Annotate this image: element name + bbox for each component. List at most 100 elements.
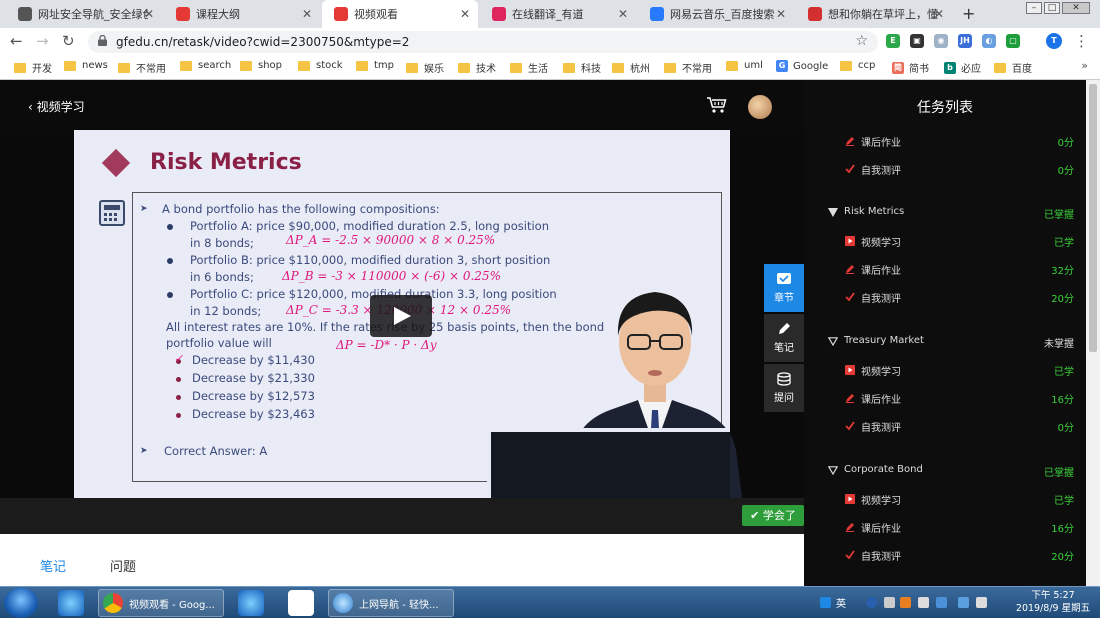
video-control-bar[interactable] [0,498,804,534]
bookmark-folder[interactable]: search [180,60,231,71]
extension-icon[interactable]: ◉ [934,34,948,48]
close-window-button[interactable]: ✕ [1062,2,1090,14]
play-button[interactable] [370,295,432,337]
bookmark-label: ccp [858,60,876,71]
taskbar-app-chrome[interactable]: 视频观看 - Goog... [98,589,224,617]
bookmark-folder[interactable]: stock [298,60,343,71]
task-item[interactable]: 课后作业 16分 [804,388,1086,408]
baidu-netdisk-icon[interactable] [288,590,314,616]
extension-icon[interactable]: ◐ [982,34,996,48]
new-tab-button[interactable]: + [962,4,975,23]
browser-tab[interactable]: 网易云音乐_百度搜索 ✕ [638,0,794,28]
keyboard-tray-icon[interactable] [884,597,895,608]
close-tab-icon[interactable]: ✕ [934,7,944,21]
bookmark-folder[interactable]: news [64,60,108,71]
back-link[interactable]: ‹ 视频学习 [28,98,85,115]
evernote-extension-icon[interactable]: E [886,34,900,48]
bookmark-folder[interactable]: 不常用 [664,60,712,75]
close-tab-icon[interactable]: ✕ [460,7,470,21]
bookmark-site[interactable]: 简简书 [892,60,929,75]
network-icon[interactable] [976,597,987,608]
bookmark-folder[interactable]: 娱乐 [406,60,444,75]
system-clock[interactable]: 下午 5:27 2019/8/9 星期五 [1010,589,1096,615]
tool-database[interactable]: 提问 [764,364,804,412]
bookmark-folder[interactable]: shop [240,60,282,71]
task-item[interactable]: 课后作业 32分 [804,259,1086,279]
bookmark-site[interactable]: ccp [840,60,875,71]
jh-extension-icon[interactable]: JH [958,34,972,48]
search-tray-icon[interactable] [820,597,831,608]
tray-icon[interactable] [900,597,911,608]
help-tray-icon[interactable] [866,597,877,608]
bookmark-folder[interactable]: 开发 [14,60,52,75]
task-item[interactable]: 自我测评 0分 [804,159,1086,179]
tool-label: 提问 [774,393,794,404]
task-item[interactable]: 自我测评 20分 [804,545,1086,565]
task-item[interactable]: 自我测评 0分 [804,416,1086,436]
bookmark-site[interactable]: 百度 [994,60,1032,75]
close-tab-icon[interactable]: ✕ [618,7,628,21]
task-item[interactable]: 视频学习 已学 [804,360,1086,380]
tool-pencil[interactable]: 笔记 [764,314,804,362]
url-omnibox[interactable]: gfedu.cn/retask/video?cwid=2300750&mtype… [88,31,878,53]
task-item[interactable]: 自我测评 20分 [804,287,1086,307]
ie-icon[interactable] [238,590,264,616]
back-arrow-icon[interactable]: ← [10,32,23,50]
close-tab-icon[interactable]: ✕ [144,7,154,21]
panel-scrollbar[interactable] [1086,80,1100,586]
bullet-icon [167,258,173,264]
minimize-button[interactable]: – [1026,2,1042,14]
menu-icon[interactable]: ⋮ [1074,32,1089,50]
video-player[interactable]: Risk Metrics ➤ A bond portfolio has the … [0,130,804,498]
ime-indicator[interactable]: 英 [836,595,846,610]
cart-icon[interactable] [706,96,728,114]
ie-icon[interactable] [58,590,84,616]
tab-questions[interactable]: 问题 [110,556,136,575]
browser-tab[interactable]: 视频观看 ✕ [322,0,478,28]
section-header[interactable]: Treasury Market 未掌握 [804,332,1086,352]
bookmark-site[interactable]: b 必应 [944,60,981,75]
bookmark-site[interactable]: G Google [776,60,828,72]
maximize-button[interactable]: □ [1044,2,1060,14]
bookmark-star-icon[interactable]: ☆ [855,33,868,49]
browser-tab[interactable]: 在线翻译_有道 ✕ [480,0,636,28]
profile-avatar[interactable]: T [1046,33,1062,49]
tray-icon[interactable] [936,597,947,608]
bookmarks-overflow-button[interactable]: » [1081,59,1088,72]
extension-icon[interactable]: ▣ [910,34,924,48]
bookmark-folder[interactable]: uml [726,60,763,71]
browser-tab[interactable]: 网址安全导航_安全绿色 ✕ [6,0,162,28]
user-avatar[interactable] [748,95,772,119]
tool-chapter[interactable]: 章节 [764,264,804,312]
forward-arrow-icon[interactable]: → [36,32,49,50]
section-name: Treasury Market [844,335,924,346]
tab-notes[interactable]: 笔记 [40,556,66,575]
close-tab-icon[interactable]: ✕ [302,7,312,21]
bookmark-folder[interactable]: 杭州 [612,60,650,75]
task-item[interactable]: 视频学习 已学 [804,231,1086,251]
reload-icon[interactable]: ↻ [62,32,75,50]
close-tab-icon[interactable]: ✕ [776,7,786,21]
browser-tab[interactable]: 课程大纲 ✕ [164,0,320,28]
scrollbar-thumb[interactable] [1089,84,1097,352]
task-item[interactable]: 视频学习 已学 [804,489,1086,509]
section-header[interactable]: Corporate Bond 已掌握 [804,461,1086,481]
bookmark-folder[interactable]: 生活 [510,60,548,75]
tray-icon[interactable] [918,597,929,608]
bookmark-folder[interactable]: 科技 [563,60,601,75]
start-button[interactable] [4,588,38,618]
learned-button[interactable]: ✔ 学会了 [742,505,804,526]
task-item-value: 20分 [1051,294,1074,305]
bookmark-folder[interactable]: 不常用 [118,60,166,75]
extension-icon[interactable]: ▢ [1006,34,1020,48]
bluetooth-icon[interactable] [958,597,969,608]
task-item[interactable]: 课后作业 0分 [804,131,1086,151]
browser-tab[interactable]: 想和你躺在草坪上，懂 ✕ [796,0,952,28]
folder-icon [64,60,76,71]
bookmark-folder[interactable]: 技术 [458,60,496,75]
section-header[interactable]: Risk Metrics 已掌握 [804,203,1086,223]
taskbar-app-browser[interactable]: 上网导航 - 轻快... [328,589,454,617]
bookmark-folder[interactable]: tmp [356,60,394,71]
task-item[interactable]: 课后作业 16分 [804,517,1086,537]
learned-label: 学会了 [762,509,796,522]
